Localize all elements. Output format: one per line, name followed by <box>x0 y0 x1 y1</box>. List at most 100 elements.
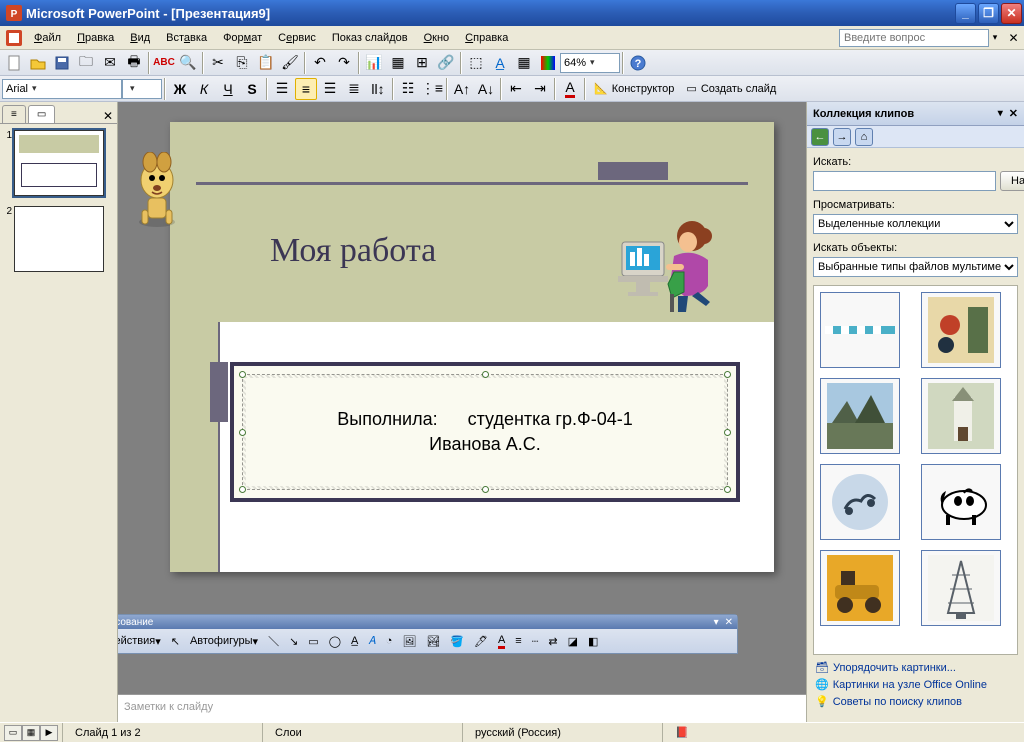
new-doc-icon[interactable] <box>3 52 25 74</box>
paste-icon[interactable]: 📋 <box>255 52 277 74</box>
clip-result-1[interactable] <box>820 292 900 368</box>
menu-file[interactable]: Файл <box>26 29 69 47</box>
color-icon[interactable] <box>537 52 559 74</box>
tp-back-icon[interactable]: ← <box>811 128 829 146</box>
tp-forward-icon[interactable]: → <box>833 128 851 146</box>
thumbnail-1[interactable]: 1 <box>4 130 113 196</box>
copy-icon[interactable]: ⎘ <box>231 52 253 74</box>
objects-select[interactable]: Выбранные типы файлов мультимед <box>813 257 1018 277</box>
rectangle-icon[interactable]: ▭ <box>304 631 322 651</box>
chart-icon[interactable]: 📊 <box>363 52 385 74</box>
office-online-link[interactable]: 🌐 Картинки на узле Office Online <box>815 676 1016 693</box>
slide-textbox-selected[interactable]: Выполнила: студентка гр.Ф-04-1 Иванова А… <box>230 362 740 502</box>
font-color2-icon[interactable]: A <box>494 631 509 651</box>
tp-home-icon[interactable]: ⌂ <box>855 128 873 146</box>
zoom-combo[interactable]: 64%▾ <box>560 53 620 73</box>
slideshow-view-icon[interactable]: ▶ <box>40 725 58 741</box>
table-icon[interactable]: ▦ <box>387 52 409 74</box>
drawbar-close-icon[interactable]: ✕ <box>725 617 733 628</box>
open-icon[interactable] <box>27 52 49 74</box>
slide-viewport[interactable]: Моя работа <box>118 102 806 694</box>
menu-slideshow[interactable]: Показ слайдов <box>324 29 416 47</box>
tables-borders-icon[interactable]: ⊞ <box>411 52 433 74</box>
fill-color-icon[interactable]: 🪣 <box>446 631 468 651</box>
slide-canvas[interactable]: Моя работа <box>170 122 774 572</box>
menu-insert[interactable]: Вставка <box>158 29 215 47</box>
font-size-combo[interactable]: ▾ <box>122 79 162 99</box>
oval-icon[interactable]: ◯ <box>325 631 345 651</box>
draw-actions-menu[interactable]: Действия▾ <box>118 631 165 651</box>
sorter-view-icon[interactable]: ▦ <box>22 725 40 741</box>
picture-icon[interactable]: 🏞 <box>422 631 444 651</box>
menu-window[interactable]: Окно <box>416 29 458 47</box>
new-slide-button[interactable]: ▭Создать слайд <box>680 78 782 100</box>
align-center-icon[interactable]: ≡ <box>295 78 317 100</box>
shadow-icon[interactable]: S <box>241 78 263 100</box>
shadow-icon[interactable]: ◪ <box>564 631 582 651</box>
wordart-icon[interactable]: 𝐴 <box>364 631 379 651</box>
format-painter-icon[interactable]: 🖌 <box>279 52 301 74</box>
clip-result-7[interactable] <box>820 550 900 626</box>
numbering-icon[interactable]: ☷ <box>397 78 419 100</box>
line-color-icon[interactable]: 🖊 <box>470 631 492 651</box>
thumbnails-close[interactable]: ✕ <box>103 109 113 123</box>
spell-status-icon[interactable]: 📕 <box>662 723 701 742</box>
normal-view-icon[interactable]: ▭ <box>4 725 22 741</box>
organize-clips-link[interactable]: 🗃 Упорядочить картинки... <box>815 659 1016 676</box>
arrow-style-icon[interactable]: ⇄ <box>544 631 561 651</box>
select-arrow-icon[interactable]: ↖ <box>167 631 184 651</box>
clip-result-4[interactable] <box>921 378 1001 454</box>
undo-icon[interactable]: ↶ <box>309 52 331 74</box>
bullets-icon[interactable]: ⋮≡ <box>421 78 443 100</box>
clip-result-8[interactable] <box>921 550 1001 626</box>
autoshapes-menu[interactable]: Автофигуры▾ <box>186 631 262 651</box>
save-icon[interactable] <box>51 52 73 74</box>
arrow-icon[interactable]: ↘ <box>285 631 302 651</box>
font-color-icon[interactable]: A <box>559 78 581 100</box>
maximize-button[interactable]: ❐ <box>978 3 999 24</box>
align-left-icon[interactable]: ☰ <box>271 78 293 100</box>
bold-icon[interactable]: Ж <box>169 78 191 100</box>
grid-icon[interactable]: ▦ <box>513 52 535 74</box>
slide-title-text[interactable]: Моя работа <box>270 232 436 270</box>
drawbar-opts-icon[interactable]: ▾ <box>714 617 719 628</box>
clip-result-5[interactable] <box>820 464 900 540</box>
clip-search-input[interactable] <box>813 171 996 191</box>
print-icon[interactable]: 🖶 <box>123 52 145 74</box>
spellcheck-icon[interactable]: ABC <box>153 52 175 74</box>
textbox-line-1[interactable]: Выполнила: студентка гр.Ф-04-1 <box>337 409 632 430</box>
show-formatting-icon[interactable]: A̲ <box>489 52 511 74</box>
hyperlink-icon[interactable]: 🔗 <box>435 52 457 74</box>
research-icon[interactable]: 🔍 <box>177 52 199 74</box>
underline-icon[interactable]: Ч <box>217 78 239 100</box>
text-direction-icon[interactable]: ll↕ <box>367 78 389 100</box>
decrease-indent-icon[interactable]: ⇤ <box>505 78 527 100</box>
increase-font-icon[interactable]: A↑ <box>451 78 473 100</box>
close-button[interactable]: ✕ <box>1001 3 1022 24</box>
browse-select[interactable]: Выделенные коллекции <box>813 214 1018 234</box>
menu-format[interactable]: Формат <box>215 29 270 47</box>
notes-pane[interactable]: Заметки к слайду <box>118 694 806 722</box>
cut-icon[interactable]: ✂ <box>207 52 229 74</box>
distributed-icon[interactable]: ≣ <box>343 78 365 100</box>
clip-result-3[interactable] <box>820 378 900 454</box>
line-style-icon[interactable]: ≡ <box>511 631 525 651</box>
redo-icon[interactable]: ↷ <box>333 52 355 74</box>
clip-search-button[interactable]: Начать <box>1000 171 1024 191</box>
help-search-input[interactable] <box>839 29 989 47</box>
italic-icon[interactable]: К <box>193 78 215 100</box>
diagram-icon[interactable]: ◔ <box>382 631 397 651</box>
document-close-button[interactable]: ✕ <box>1005 29 1022 46</box>
search-tips-link[interactable]: 💡 Советы по поиску клипов <box>815 693 1016 710</box>
textbox-line-2[interactable]: Иванова А.С. <box>429 434 541 455</box>
outline-tab[interactable]: ≡ <box>2 105 26 123</box>
menu-edit[interactable]: Правка <box>69 29 122 47</box>
dash-style-icon[interactable]: ┈ <box>528 631 543 651</box>
decrease-font-icon[interactable]: A↓ <box>475 78 497 100</box>
clipart-icon[interactable]: 🖼 <box>398 631 420 651</box>
help-search-dropdown[interactable]: ▾ <box>989 32 1001 43</box>
increase-indent-icon[interactable]: ⇥ <box>529 78 551 100</box>
clip-result-2[interactable] <box>921 292 1001 368</box>
minimize-button[interactable]: _ <box>955 3 976 24</box>
design-button[interactable]: 📐Конструктор <box>588 78 680 100</box>
